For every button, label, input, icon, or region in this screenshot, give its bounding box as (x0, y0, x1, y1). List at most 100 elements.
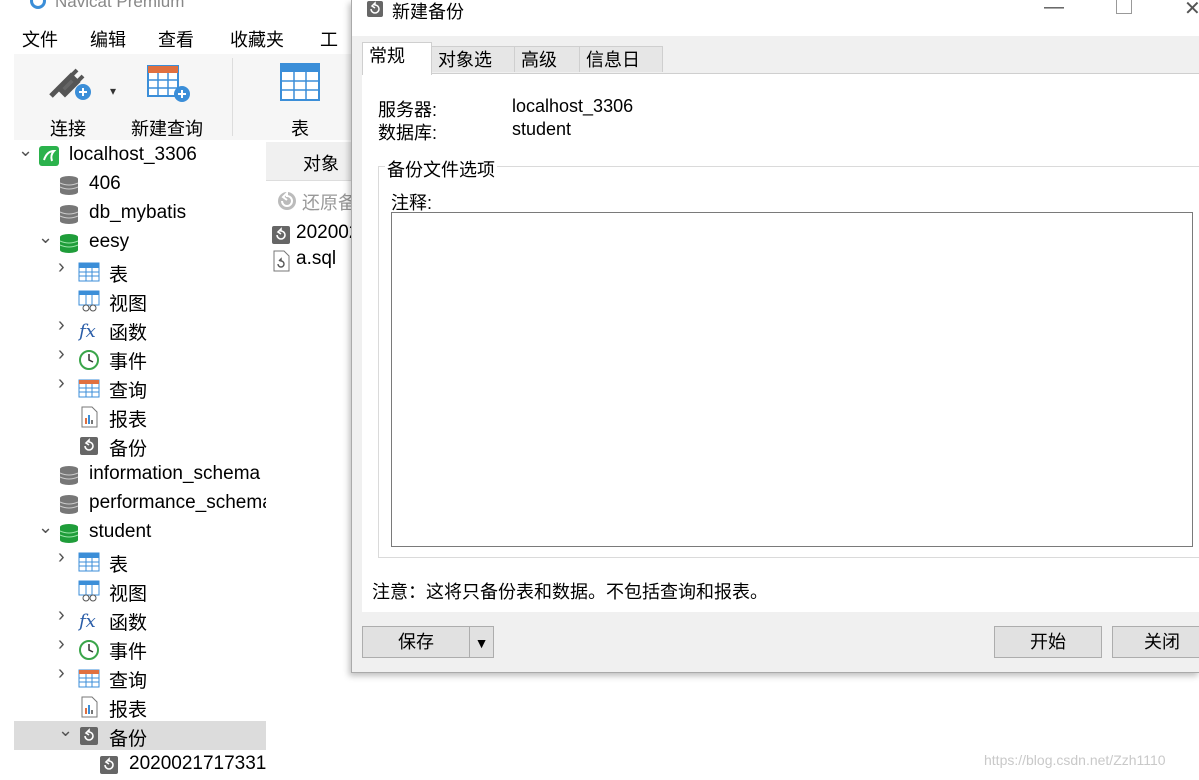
navigation-tree: ⌄ localhost_3306 406 db_mybatis ⌄ eesy › 表视图 › fx… (14, 140, 266, 780)
tree-item[interactable]: › 查询 (14, 373, 266, 402)
new-backup-dialog: 新建备份 — ✕ 常规 对象选择 高级 信息日志 服务器: localhost_… (351, 0, 1199, 673)
database-value: student (512, 119, 572, 139)
report-icon (78, 406, 100, 428)
tree-item-label: 406 (89, 173, 121, 194)
watermark: https://blog.csdn.net/Zzh1110 (984, 752, 1166, 768)
tab-message-log[interactable]: 信息日志 (579, 46, 663, 96)
tree-item[interactable]: performance_schema (14, 489, 266, 518)
tab-general[interactable]: 常规 (362, 42, 432, 75)
connection-icon (38, 145, 60, 167)
start-button[interactable]: 开始 (994, 626, 1102, 658)
event-icon (78, 348, 100, 370)
menu-file[interactable]: 文件 (22, 26, 58, 52)
general-tab-body: 服务器: localhost_3306 数据库: student 备份文件选项 … (362, 73, 1199, 612)
tree-item[interactable]: 视图 (14, 576, 266, 605)
comment-textarea[interactable] (391, 212, 1193, 547)
maximize-icon[interactable] (1116, 0, 1132, 14)
app-title: Navicat Premium (55, 0, 185, 11)
close-window-icon[interactable]: ✕ (1184, 0, 1199, 21)
sql-file-icon (273, 250, 290, 272)
svg-text:fx: fx (78, 321, 96, 341)
table-button[interactable]: 表 (272, 60, 328, 141)
tree-item-label: performance_schema (89, 492, 266, 513)
tree-item-label: 事件 (109, 352, 148, 373)
tab-advanced[interactable]: 高级 (514, 46, 580, 72)
menu-favorites[interactable]: 收藏夹 (230, 26, 284, 52)
db-gray-icon (58, 203, 80, 225)
tree-item[interactable]: 406 (14, 170, 266, 199)
report-icon (78, 696, 100, 718)
main-window-titlebar: Navicat Premium (0, 0, 360, 14)
tree-item[interactable]: › 事件 (14, 344, 266, 373)
tree-item-label: 查询 (109, 381, 148, 402)
chevron-down-icon[interactable]: ⌄ (38, 228, 53, 246)
backup-file-item[interactable]: 20200217173317 (270, 222, 352, 248)
tree-item[interactable]: ⌄ student (14, 518, 266, 547)
chevron-down-icon[interactable]: ⌄ (38, 518, 53, 536)
backup-dialog-icon (367, 1, 383, 17)
tree-item[interactable]: db_mybatis (14, 199, 266, 228)
menu-edit[interactable]: 编辑 (90, 26, 126, 52)
tree-item[interactable]: 报表 (14, 402, 266, 431)
table-label: 表 (291, 119, 309, 139)
tree-item[interactable]: › 表 (14, 547, 266, 576)
tree-item[interactable]: information_schema (14, 460, 266, 489)
tree-item[interactable]: 20200217173317 (14, 750, 266, 779)
chevron-right-icon[interactable]: › (58, 344, 72, 364)
connect-dropdown-icon[interactable]: ▾ (110, 84, 116, 98)
db-gray-icon (58, 493, 80, 515)
tree-item[interactable]: › fx 函数 (14, 605, 266, 634)
chevron-right-icon[interactable]: › (58, 373, 72, 393)
tree-item-label: 报表 (109, 700, 148, 721)
event-icon (78, 638, 100, 660)
chevron-right-icon[interactable]: › (58, 257, 72, 277)
tree-item[interactable]: ⌄ eesy (14, 228, 266, 257)
table-icon (78, 551, 100, 573)
chevron-right-icon[interactable]: › (58, 663, 72, 683)
chevron-right-icon[interactable]: › (58, 547, 72, 567)
chevron-down-icon[interactable]: ⌄ (18, 141, 33, 159)
tree-item-label: 函数 (109, 613, 148, 634)
tree-item[interactable]: › 查询 (14, 663, 266, 692)
chevron-right-icon[interactable]: › (58, 315, 72, 335)
chevron-right-icon[interactable]: › (58, 634, 72, 654)
tree-item-label: 视图 (109, 584, 148, 605)
tree-item[interactable]: 备份 (14, 431, 266, 460)
chevron-down-icon[interactable]: ⌄ (58, 721, 73, 739)
tree-item-label: localhost_3306 (69, 144, 197, 165)
tree-item-label: 事件 (109, 642, 148, 663)
save-dropdown-button[interactable]: ▼ (469, 626, 494, 658)
connect-button[interactable]: 连接 (38, 60, 98, 141)
tree-item[interactable]: › 事件 (14, 634, 266, 663)
tree-item[interactable]: ⌄ 备份 (14, 721, 266, 750)
backup-icon (78, 435, 100, 457)
new-query-button[interactable]: 新建查询 (126, 60, 208, 141)
restore-icon (278, 190, 296, 210)
tree-item[interactable]: ⌄ localhost_3306 (14, 141, 266, 170)
restore-backup-button[interactable]: 还原备份 (272, 186, 352, 216)
sql-file-item[interactable]: a.sql (270, 248, 352, 274)
left-edge (0, 140, 14, 780)
objects-tab-label: 对象 (303, 154, 339, 174)
chevron-right-icon[interactable]: › (58, 605, 72, 625)
restore-backup-label: 还原备份 (302, 193, 352, 213)
menu-bar: 文件 编辑 查看 收藏夹 工具 (14, 22, 354, 76)
menu-view[interactable]: 查看 (158, 26, 194, 52)
save-button[interactable]: 保存 (362, 626, 470, 658)
view-icon (78, 290, 100, 312)
tree-item-label: 20200217173317 (129, 753, 266, 774)
new-query-icon (147, 65, 190, 102)
tree-item[interactable]: › 表 (14, 257, 266, 286)
tree-item[interactable]: 报表 (14, 692, 266, 721)
tree-item[interactable]: › fx 函数 (14, 315, 266, 344)
minimize-icon[interactable]: — (1044, 0, 1064, 19)
tree-item-label: student (89, 521, 152, 542)
tab-objects[interactable]: 对象 (266, 142, 352, 181)
tree-item[interactable]: 视图 (14, 286, 266, 315)
dialog-tabs: 常规 对象选择 高级 信息日志 (362, 42, 1199, 96)
tab-object-selection[interactable]: 对象选择 (431, 46, 515, 96)
close-button-label: 关闭 (1144, 632, 1180, 652)
tree-item-label: 备份 (109, 729, 148, 750)
close-button[interactable]: 关闭 (1112, 626, 1199, 658)
tree-item-label: 报表 (109, 410, 148, 431)
